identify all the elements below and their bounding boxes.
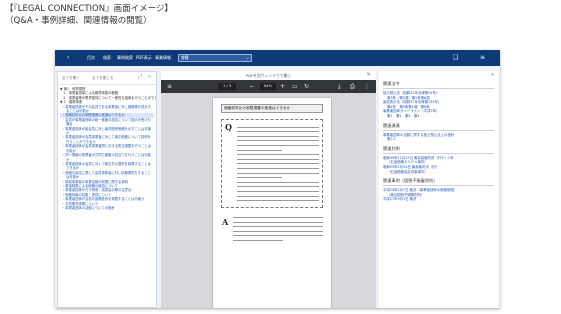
- text-line: [237, 144, 319, 146]
- text-line: [237, 190, 319, 192]
- related-section: 関連判例 昭和49年11月22日 東京高裁判決（行ケ）1号 （石油価格カルテル事件）…: [379, 146, 498, 174]
- toc-item[interactable]: ・会員が事業者団体の統一価格の設定について指示を受けた場合: [60, 118, 154, 127]
- toc-tree: ▼ 第1 総則規程 1 事業者団体による獲得事業の範囲 2 事業者等が業界団体に…: [58, 85, 156, 210]
- pdf-viewer: PDFを別ウィンドウで開く ✎ ≡ 1 / 3 − 84% + ▭ ↻ ⤓ ⎙ …: [161, 71, 376, 308]
- text-line: [237, 195, 319, 197]
- toc-item[interactable]: ・価格の設定に関して会員事業者に対し情報提供をすることは可能か: [60, 171, 154, 180]
- caption-title: 【『LEGAL CONNECTION』画面イメージ】: [5, 4, 173, 14]
- toc-item[interactable]: ・事業者団体が会員事業者に対して適正価格について説明を行うことができるか: [60, 135, 154, 144]
- text-line: [233, 239, 283, 241]
- nav-item-pdf[interactable]: PDF表示: [136, 50, 152, 66]
- minus-icon[interactable]: −: [249, 80, 254, 93]
- toc-toolbar: 全てを開く 全てを閉じる ⤢ «: [58, 72, 156, 85]
- toc-panel: 全てを開く 全てを閉じる ⤢ « ▼ 第1 総則規程 1 事業者団体による獲得事…: [57, 71, 157, 308]
- menu-icon[interactable]: ≡: [167, 80, 172, 93]
- related-section: 関連事例（国税不服審判所） 平成24年2月7日 裁決（事業者団体の価格制限） （東京…: [379, 178, 498, 202]
- text-line: [237, 154, 319, 156]
- text-line: [237, 200, 319, 202]
- double-chevron-right-icon[interactable]: »: [491, 72, 494, 78]
- pin-icon[interactable]: ✎: [367, 72, 371, 78]
- page-caption: 【『LEGAL CONNECTION』画面イメージ】 （Q&A・事例詳細、関連情…: [5, 3, 173, 27]
- more-icon[interactable]: ⋮: [364, 80, 370, 93]
- text-line: [237, 186, 319, 188]
- bookmark-icon[interactable]: ❑: [453, 50, 458, 66]
- category-select-value: 書籍: [181, 55, 189, 60]
- text-line: [233, 226, 323, 228]
- text-line: [237, 131, 319, 133]
- related-section-title: 関連判例: [383, 146, 494, 154]
- toc-item[interactable]: ・事業者団体が会員事業者間における受注調整を行うことは可能か: [60, 144, 154, 153]
- related-link[interactable]: 第1 第2 第3 第4: [383, 114, 494, 119]
- page-current: 1: [222, 84, 226, 88]
- work-area: 全てを開く 全てを閉じる ⤢ « ▼ 第1 総則規程 1 事業者団体による獲得事…: [55, 66, 500, 308]
- nav-item-toc[interactable]: 目次: [87, 50, 95, 66]
- document-title: 価格前年比の制限措置の実施はできるか: [221, 104, 323, 113]
- related-link[interactable]: 第2-1: [383, 137, 494, 142]
- toc-item[interactable]: ・事業者団体が会員の設備投資を制限することは可能か: [60, 197, 154, 201]
- app-window: ‹ 目次 検索 事例検索 PDF表示 事業情報 書籍 ⌄ ❑ ≡ 全てを開く 全…: [55, 50, 500, 308]
- answer-mark-label: A: [222, 217, 229, 227]
- text-line: [233, 230, 323, 232]
- text-line: [237, 149, 283, 151]
- answer-box: A: [221, 217, 323, 277]
- related-link[interactable]: 平成27年9月1日 裁決: [383, 197, 494, 202]
- related-section-title: 関連法令: [383, 81, 494, 89]
- nav-item-case-search[interactable]: 事例検索: [117, 50, 133, 66]
- download-icon[interactable]: ⤓: [338, 80, 341, 93]
- question-text: [237, 126, 319, 202]
- toc-item[interactable]: ・事業者団体の活動についての指針: [60, 206, 154, 210]
- caption-subtitle: （Q&A・事例詳細、関連情報の閲覧）: [5, 16, 152, 26]
- nav-item-search[interactable]: 検索: [103, 50, 111, 66]
- toc-item[interactable]: ・事業者団体の会員に対して取引先の選択を制限することはできるか: [60, 162, 154, 171]
- answer-text: [233, 217, 323, 241]
- expand-icon[interactable]: ⤢: [138, 74, 142, 80]
- text-line: [237, 167, 319, 169]
- toc-item[interactable]: ・同一業種の事業者が共同で顧客の割当てを行うことは可能か: [60, 153, 154, 162]
- related-link[interactable]: （石油価格協定刑事事件）: [383, 170, 494, 175]
- text-line: [237, 181, 319, 183]
- double-chevron-left-icon[interactable]: «: [148, 74, 151, 80]
- chevron-down-icon: ⌄: [245, 55, 249, 60]
- category-select[interactable]: 書籍 ⌄: [178, 54, 252, 62]
- zoom-level[interactable]: 84%: [260, 83, 276, 90]
- text-line: [237, 172, 319, 174]
- text-line: [233, 235, 323, 237]
- page-total: 3: [228, 84, 232, 88]
- pdf-toolbar: ≡ 1 / 3 − 84% + ▭ ↻ ⤓ ⎙ ⋮: [161, 80, 376, 93]
- chevron-left-icon[interactable]: ‹: [67, 50, 69, 66]
- question-box: Q: [221, 119, 323, 208]
- rotate-icon[interactable]: ↻: [304, 80, 309, 93]
- print-icon[interactable]: ⎙: [350, 80, 355, 93]
- fit-page-icon[interactable]: ▭: [292, 80, 298, 93]
- viewer-header: PDFを別ウィンドウで開く ✎: [161, 71, 376, 80]
- text-line: [237, 140, 319, 142]
- text-line: [233, 221, 323, 223]
- related-section: 関連通達 事業者団体の活動に関する独占禁止法上の指針 第2-1: [379, 123, 498, 142]
- related-section-title: 関連通達: [383, 123, 494, 131]
- plus-icon[interactable]: +: [280, 80, 285, 93]
- related-info-panel: » 関連法令 独占禁止法（昭和22年法律第54号） 第3条（第2項）第2条第6項 景品…: [379, 71, 498, 308]
- text-line: [237, 135, 319, 137]
- open-pdf-new-window-link[interactable]: PDFを別ウィンドウで開く: [161, 73, 376, 79]
- related-section: 関連法令 独占禁止法（昭和22年法律第54号） 第3条（第2項）第2条第6項 景品表示…: [379, 81, 498, 119]
- expand-all-button[interactable]: 全てを開く: [62, 76, 80, 81]
- text-line: [237, 163, 319, 165]
- related-panel-header: »: [379, 71, 498, 81]
- text-line: [237, 177, 283, 179]
- top-navigation-bar: ‹ 目次 検索 事例検索 PDF表示 事業情報 書籍 ⌄ ❑ ≡: [55, 50, 500, 66]
- related-sections: 関連法令 独占禁止法（昭和22年法律第54号） 第3条（第2項）第2条第6項 景品表示…: [379, 81, 498, 202]
- text-line: [237, 126, 319, 128]
- nav-item-business-info[interactable]: 事業情報: [155, 50, 171, 66]
- question-mark-label: Q: [225, 122, 232, 132]
- page-indicator[interactable]: 1 / 3: [218, 83, 236, 90]
- collapse-all-button[interactable]: 全てを閉じる: [92, 76, 114, 81]
- pdf-page: 価格前年比の制限措置の実施はできるか Q A: [213, 98, 331, 308]
- text-line: [233, 217, 323, 218]
- text-line: [237, 158, 319, 160]
- related-section-title: 関連事例（国税不服審判所）: [383, 178, 494, 187]
- menu-icon[interactable]: ≡: [480, 50, 485, 66]
